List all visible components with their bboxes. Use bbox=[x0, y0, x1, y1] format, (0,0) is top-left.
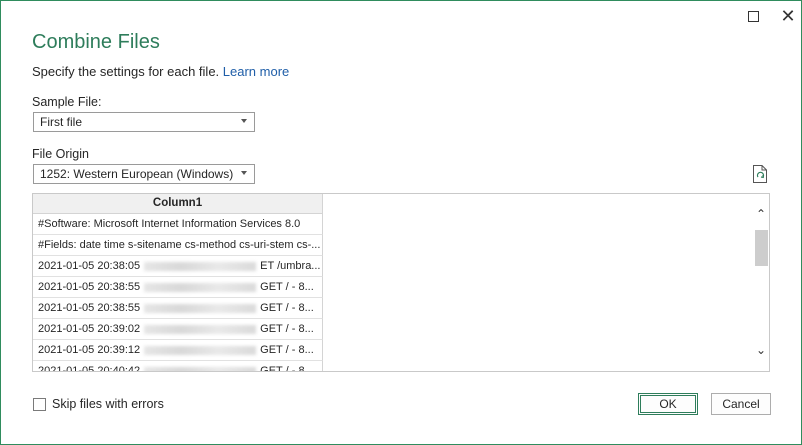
table-row: 2021-01-05 20:38:05 ET /umbra... bbox=[33, 256, 323, 277]
cell-timestamp: 2021-01-05 20:38:05 bbox=[38, 260, 141, 272]
skip-errors-checkbox[interactable] bbox=[33, 397, 46, 411]
cell-timestamp: 2021-01-05 20:39:02 bbox=[38, 323, 141, 335]
chevron-up-icon[interactable]: ⌃ bbox=[755, 208, 767, 220]
sample-file-dropdown[interactable]: First file bbox=[33, 112, 255, 132]
cell-timestamp: 2021-01-05 20:39:12 bbox=[38, 344, 141, 356]
cell-text: #Software: Microsoft Internet Informatio… bbox=[38, 218, 301, 230]
skip-errors-option[interactable]: Skip files with errors bbox=[33, 397, 164, 411]
redacted-ip bbox=[144, 345, 257, 355]
chevron-down-icon bbox=[241, 119, 247, 123]
subtitle-text: Specify the settings for each file. bbox=[32, 64, 220, 79]
cell-request: ET /umbra... bbox=[260, 260, 321, 272]
sample-file-value: First file bbox=[40, 115, 82, 129]
table-row: #Software: Microsoft Internet Informatio… bbox=[33, 214, 323, 235]
cell-text: #Fields: date time s-sitename cs-method … bbox=[38, 239, 321, 251]
learn-more-link[interactable]: Learn more bbox=[223, 64, 289, 79]
combine-files-dialog: ✕ Combine Files Specify the settings for… bbox=[0, 0, 802, 445]
redacted-ip bbox=[144, 261, 257, 271]
table-row: 2021-01-05 20:39:02 GET / - 8... bbox=[33, 319, 323, 340]
dialog-title: Combine Files bbox=[32, 31, 160, 53]
redacted-ip bbox=[144, 366, 257, 371]
cell-request: GET / - 8... bbox=[260, 344, 314, 356]
cancel-button[interactable]: Cancel bbox=[711, 393, 771, 415]
chevron-down-icon[interactable]: ⌄ bbox=[755, 344, 767, 356]
cell-timestamp: 2021-01-05 20:38:55 bbox=[38, 281, 141, 293]
maximize-button[interactable] bbox=[741, 5, 765, 27]
table-row: 2021-01-05 20:40:42 GET / - 8... bbox=[33, 361, 323, 372]
sample-file-label: Sample File: bbox=[32, 95, 102, 109]
redacted-ip bbox=[144, 324, 257, 334]
table-row: #Fields: date time s-sitename cs-method … bbox=[33, 235, 323, 256]
refresh-file-icon[interactable] bbox=[752, 165, 768, 183]
preview-rows: #Software: Microsoft Internet Informatio… bbox=[33, 214, 323, 372]
file-origin-dropdown[interactable]: 1252: Western European (Windows) bbox=[33, 164, 255, 184]
scrollbar-thumb[interactable] bbox=[755, 230, 768, 266]
table-row: 2021-01-05 20:38:55 GET / - 8... bbox=[33, 298, 323, 319]
cell-request: GET / - 8... bbox=[260, 281, 314, 293]
close-button[interactable]: ✕ bbox=[776, 5, 800, 27]
file-origin-value: 1252: Western European (Windows) bbox=[40, 167, 234, 181]
table-row: 2021-01-05 20:38:55 GET / - 8... bbox=[33, 277, 323, 298]
chevron-down-icon bbox=[241, 171, 247, 175]
vertical-scrollbar[interactable]: ⌃ ⌄ bbox=[753, 194, 769, 371]
redacted-ip bbox=[144, 303, 257, 313]
skip-errors-label: Skip files with errors bbox=[52, 397, 164, 411]
column-header[interactable]: Column1 bbox=[33, 194, 323, 214]
redacted-ip bbox=[144, 282, 257, 292]
file-origin-label: File Origin bbox=[32, 147, 89, 161]
file-preview-table: Column1 #Software: Microsoft Internet In… bbox=[32, 193, 770, 372]
maximize-icon bbox=[747, 10, 759, 22]
cell-request: GET / - 8... bbox=[260, 302, 314, 314]
cell-timestamp: 2021-01-05 20:40:42 bbox=[38, 365, 141, 372]
table-row: 2021-01-05 20:39:12 GET / - 8... bbox=[33, 340, 323, 361]
cell-timestamp: 2021-01-05 20:38:55 bbox=[38, 302, 141, 314]
dialog-subtitle: Specify the settings for each file. Lear… bbox=[32, 64, 289, 79]
cell-request: GET / - 8... bbox=[260, 323, 314, 335]
cell-request: GET / - 8... bbox=[260, 365, 314, 372]
ok-button[interactable]: OK bbox=[638, 393, 698, 415]
close-icon: ✕ bbox=[780, 6, 796, 26]
